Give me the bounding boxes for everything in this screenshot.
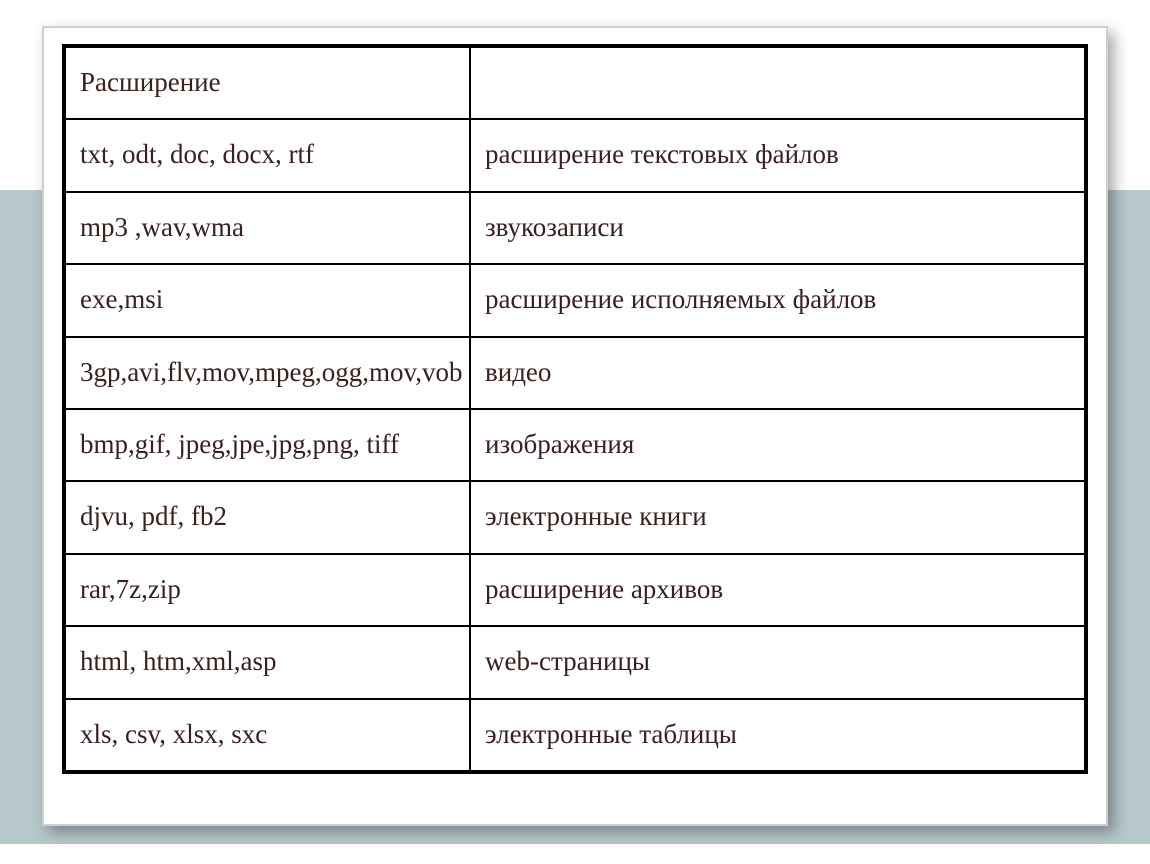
slide-card: Расширение txt, odt, doc, docx, rtf расш… <box>42 26 1108 826</box>
cell-extension: xls, csv, xlsx, sxc <box>64 699 470 772</box>
cell-description: звукозаписи <box>470 192 1086 264</box>
table-header-row: Расширение <box>64 46 1086 119</box>
header-col-description <box>470 46 1086 119</box>
table-row: exe,msi расширение исполняемых файлов <box>64 264 1086 336</box>
table-row: bmp,gif, jpeg,jpe,jpg,png, tiff изображе… <box>64 409 1086 481</box>
cell-description: расширение архивов <box>470 554 1086 626</box>
cell-extension: 3gp,avi,flv,mov,mpeg,ogg,mov,vob <box>64 337 470 409</box>
cell-description: электронные таблицы <box>470 699 1086 772</box>
table-row: rar,7z,zip расширение архивов <box>64 554 1086 626</box>
cell-extension: exe,msi <box>64 264 470 336</box>
cell-description: web-страницы <box>470 626 1086 698</box>
table-row: txt, odt, doc, docx, rtf расширение текс… <box>64 119 1086 191</box>
cell-extension: djvu, pdf, fb2 <box>64 481 470 553</box>
cell-description: расширение текстовых файлов <box>470 119 1086 191</box>
table-row: html, htm,xml,asp web-страницы <box>64 626 1086 698</box>
cell-description: видео <box>470 337 1086 409</box>
cell-extension: txt, odt, doc, docx, rtf <box>64 119 470 191</box>
cell-description: изображения <box>470 409 1086 481</box>
table-row: djvu, pdf, fb2 электронные книги <box>64 481 1086 553</box>
table-row: xls, csv, xlsx, sxc электронные таблицы <box>64 699 1086 772</box>
extensions-table: Расширение txt, odt, doc, docx, rtf расш… <box>62 44 1088 774</box>
table-row: mp3 ,wav,wma звукозаписи <box>64 192 1086 264</box>
cell-extension: mp3 ,wav,wma <box>64 192 470 264</box>
table-row: 3gp,avi,flv,mov,mpeg,ogg,mov,vob видео <box>64 337 1086 409</box>
cell-description: электронные книги <box>470 481 1086 553</box>
cell-description: расширение исполняемых файлов <box>470 264 1086 336</box>
cell-extension: rar,7z,zip <box>64 554 470 626</box>
header-col-extension: Расширение <box>64 46 470 119</box>
cell-extension: html, htm,xml,asp <box>64 626 470 698</box>
cell-extension: bmp,gif, jpeg,jpe,jpg,png, tiff <box>64 409 470 481</box>
